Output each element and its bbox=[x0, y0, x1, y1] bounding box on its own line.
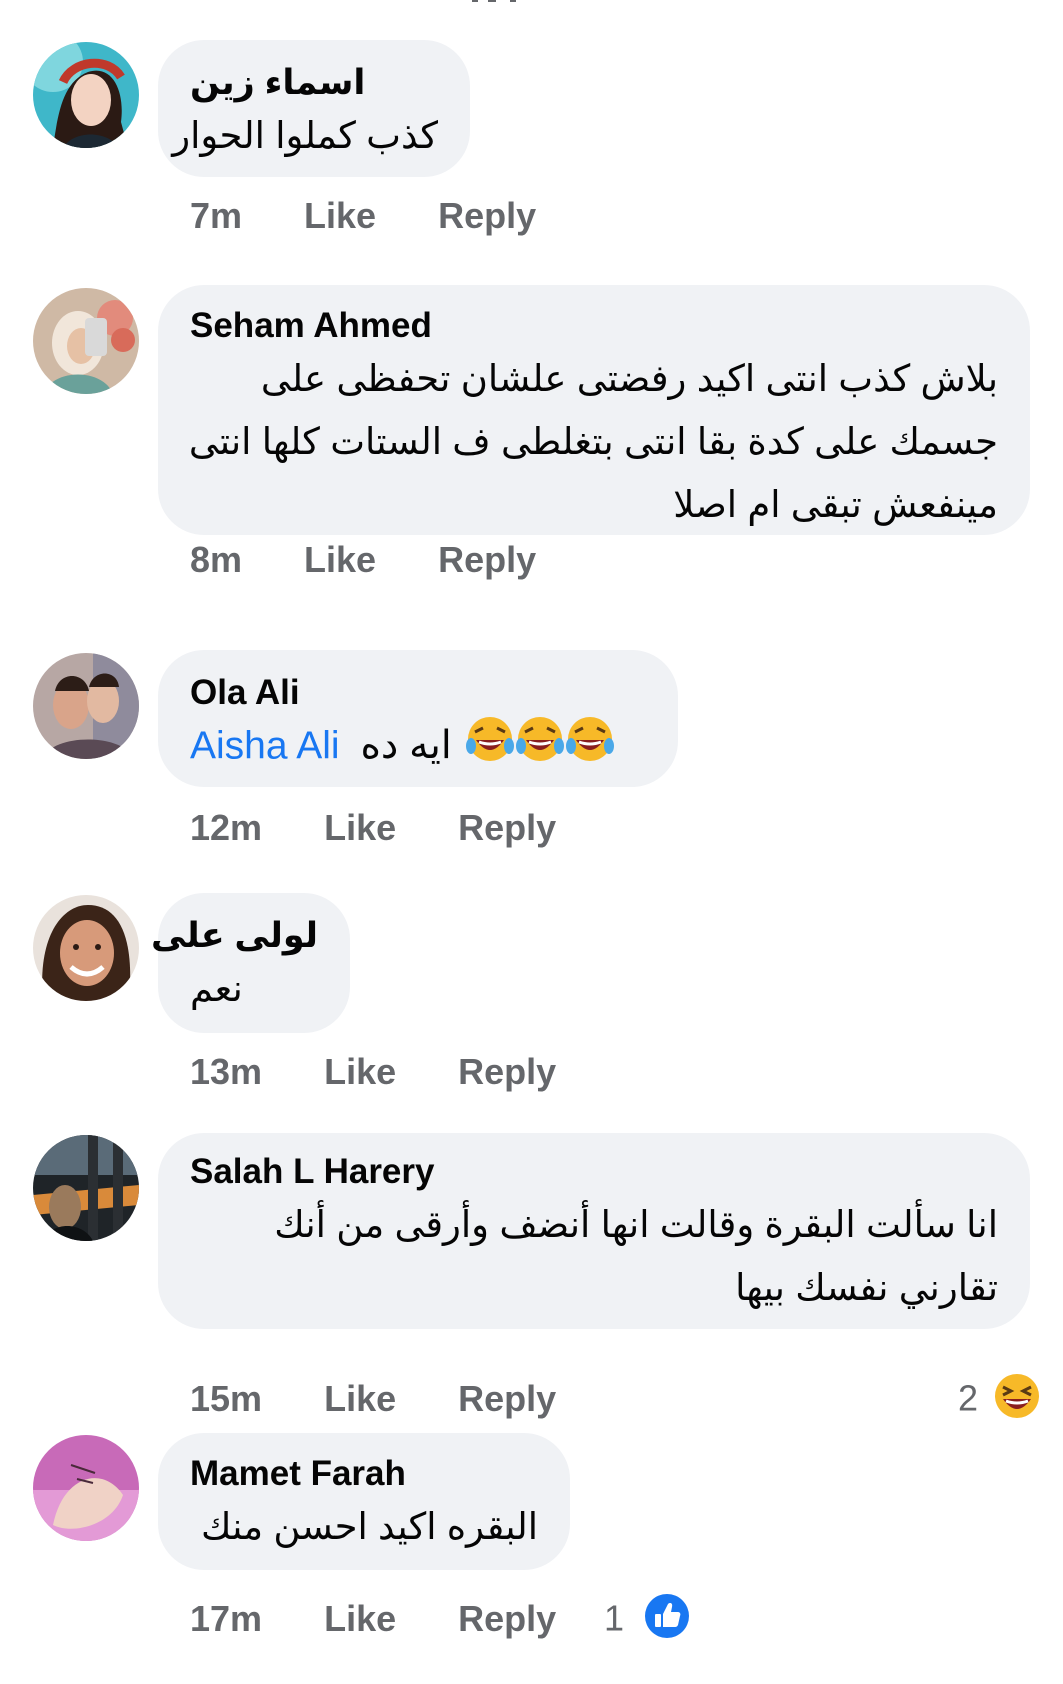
comment-author[interactable]: Salah L Harery bbox=[190, 1151, 998, 1193]
comment-text-line: جسمك على كدة بقا انتى بتغلطى ف الستات كل… bbox=[188, 421, 998, 462]
comment-bubble[interactable]: اسماء زين كذب كملوا الحوار bbox=[158, 40, 470, 177]
comment-time[interactable]: 13m bbox=[190, 1050, 262, 1094]
comment-actions: 7m Like Reply bbox=[190, 194, 536, 238]
reply-button[interactable]: Reply bbox=[458, 1597, 556, 1641]
laughing-face-icon bbox=[994, 1373, 1040, 1429]
like-button[interactable]: Like bbox=[304, 538, 376, 582]
comment-time[interactable]: 12m bbox=[190, 806, 262, 850]
avatar[interactable] bbox=[33, 1435, 139, 1541]
cropped-top-text bbox=[472, 0, 516, 2]
avatar[interactable] bbox=[33, 653, 139, 759]
mention-link[interactable]: Aisha Ali bbox=[190, 724, 340, 767]
comment-text: البقره اكيد احسن منك bbox=[200, 1506, 538, 1547]
reply-button[interactable]: Reply bbox=[458, 1377, 556, 1421]
comment-text-line: تقارني نفسك بيها bbox=[735, 1267, 998, 1308]
comment-actions: 12m Like Reply bbox=[190, 806, 556, 850]
reaction-count: 1 bbox=[604, 1597, 625, 1639]
comment-bubble[interactable]: Seham Ahmed بلاش كذب انتى اكيد رفضتى علش… bbox=[158, 285, 1030, 535]
comment-author[interactable]: Ola Ali bbox=[190, 672, 646, 714]
like-button[interactable]: Like bbox=[324, 1377, 396, 1421]
comment-text: نعم bbox=[190, 968, 243, 1009]
comment-bubble[interactable]: Ola Ali Aisha Ali ايه ده bbox=[158, 650, 678, 787]
reply-button[interactable]: Reply bbox=[458, 1050, 556, 1094]
comment-author[interactable]: Mamet Farah bbox=[190, 1453, 538, 1495]
reply-button[interactable]: Reply bbox=[438, 538, 536, 582]
avatar[interactable] bbox=[33, 895, 139, 1001]
avatar[interactable] bbox=[33, 1135, 139, 1241]
comment-bubble[interactable]: Mamet Farah البقره اكيد احسن منك bbox=[158, 1433, 570, 1570]
comment-author[interactable]: Seham Ahmed bbox=[190, 305, 998, 347]
comment-actions: 15m Like Reply bbox=[190, 1377, 556, 1421]
reply-button[interactable]: Reply bbox=[438, 194, 536, 238]
comment-time[interactable]: 8m bbox=[190, 538, 242, 582]
reaction-summary[interactable]: 2 bbox=[958, 1373, 1040, 1419]
comment-actions: 13m Like Reply bbox=[190, 1050, 556, 1094]
avatar[interactable] bbox=[33, 42, 139, 148]
laughing-tears-emoji bbox=[463, 714, 619, 782]
comment-text-line: انا سألت البقرة وقالت انها أنضف وأرقى من… bbox=[274, 1204, 998, 1245]
avatar[interactable] bbox=[33, 288, 139, 394]
comment-text-line: مينفعش تبقى ام اصلا bbox=[673, 484, 998, 525]
like-button[interactable]: Like bbox=[324, 1050, 396, 1094]
comment-text: كذب كملوا الحوار bbox=[172, 115, 438, 156]
reply-button[interactable]: Reply bbox=[458, 806, 556, 850]
reaction-count: 2 bbox=[958, 1377, 979, 1419]
comment-actions: 17m Like Reply bbox=[190, 1597, 556, 1641]
comment-time[interactable]: 7m bbox=[190, 194, 242, 238]
comment-bubble[interactable]: Salah L Harery انا سألت البقرة وقالت انه… bbox=[158, 1133, 1030, 1329]
like-button[interactable]: Like bbox=[324, 806, 396, 850]
comment-author[interactable]: لولى على bbox=[151, 915, 318, 957]
comment-text-line: بلاش كذب انتى اكيد رفضتى علشان تحفظى على bbox=[260, 358, 998, 399]
reaction-summary[interactable]: 1 bbox=[604, 1593, 690, 1639]
like-button[interactable]: Like bbox=[324, 1597, 396, 1641]
like-button[interactable]: Like bbox=[304, 194, 376, 238]
comment-text: ايه ده bbox=[360, 724, 452, 768]
comment-time[interactable]: 15m bbox=[190, 1377, 262, 1421]
like-thumb-icon bbox=[644, 1593, 690, 1649]
comment-bubble[interactable]: لولى على نعم bbox=[151, 893, 350, 1033]
comment-time[interactable]: 17m bbox=[190, 1597, 262, 1641]
comment-actions: 8m Like Reply bbox=[190, 538, 536, 582]
comment-author[interactable]: اسماء زين bbox=[190, 62, 438, 104]
